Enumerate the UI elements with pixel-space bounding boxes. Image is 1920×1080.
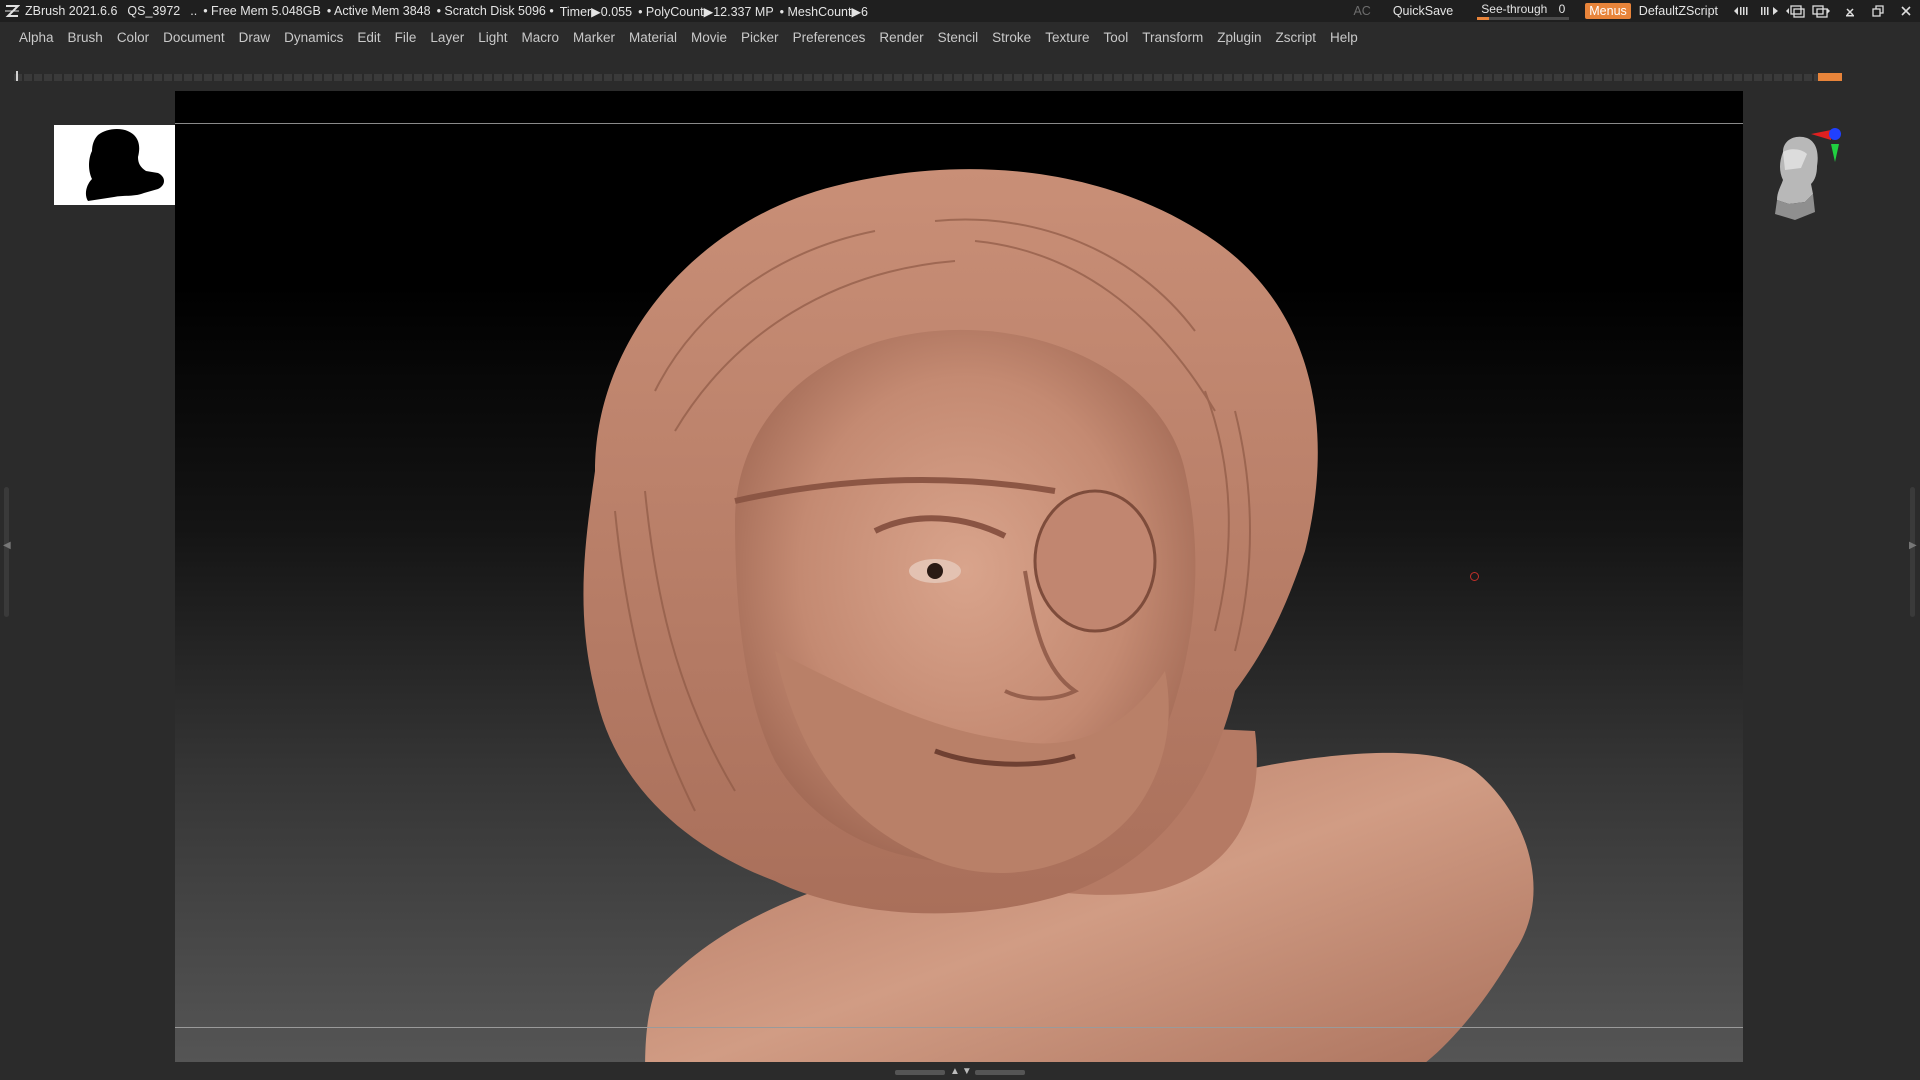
see-through-track[interactable] — [1477, 17, 1570, 20]
menu-texture[interactable]: Texture — [1038, 30, 1096, 45]
bottom-tray-arrows-icon[interactable]: ▲▼ — [950, 1066, 974, 1077]
silhouette-thumbnail[interactable] — [54, 125, 182, 205]
menu-render[interactable]: Render — [872, 30, 930, 45]
layout-swap-icon[interactable] — [1784, 3, 1806, 19]
bottom-tray-handle-left[interactable] — [895, 1070, 945, 1075]
menu-zscript[interactable]: Zscript — [1269, 30, 1324, 45]
menu-movie[interactable]: Movie — [684, 30, 734, 45]
close-window-icon[interactable] — [1892, 2, 1920, 20]
project-name: QS_3972 — [127, 4, 181, 18]
menu-alpha[interactable]: Alpha — [12, 30, 61, 45]
see-through-label: See-through — [1481, 2, 1548, 16]
menu-document[interactable]: Document — [156, 30, 232, 45]
menu-preferences[interactable]: Preferences — [786, 30, 873, 45]
timer-stat: Timer▶0.055 — [559, 4, 633, 19]
sculpt-model-bust[interactable] — [175, 91, 1743, 1062]
bottom-tray-handle-right[interactable] — [975, 1070, 1025, 1075]
menus-button[interactable]: Menus — [1585, 3, 1631, 19]
menu-draw[interactable]: Draw — [232, 30, 278, 45]
polycount-stat: • PolyCount▶12.337 MP — [638, 4, 774, 19]
app-version: ZBrush 2021.6.6 — [25, 4, 118, 18]
meshcount-stat: • MeshCount▶6 — [779, 4, 869, 19]
menu-transform[interactable]: Transform — [1135, 30, 1210, 45]
layout-restore-icon[interactable] — [1810, 3, 1832, 19]
active-mem-stat: • Active Mem 3848 — [326, 4, 431, 18]
expand-ui-icon[interactable] — [1758, 3, 1780, 19]
shelf-marker-left — [16, 71, 18, 81]
scratch-disk-stat: • Scratch Disk 5096 • — [436, 4, 554, 18]
title-bar: ZBrush 2021.6.6 QS_3972 .. • Free Mem 5.… — [0, 0, 1920, 22]
menu-zplugin[interactable]: Zplugin — [1210, 30, 1268, 45]
menu-picker[interactable]: Picker — [734, 30, 786, 45]
menu-stencil[interactable]: Stencil — [931, 30, 986, 45]
shrink-ui-icon[interactable] — [1732, 3, 1754, 19]
free-mem-stat: • Free Mem 5.048GB — [203, 4, 321, 18]
minimize-icon[interactable] — [1836, 2, 1864, 20]
left-tray-handle[interactable] — [4, 487, 9, 617]
cursor-marker — [1470, 572, 1479, 581]
menu-marker[interactable]: Marker — [566, 30, 622, 45]
menu-brush[interactable]: Brush — [61, 30, 110, 45]
quicksave-button[interactable]: QuickSave — [1393, 4, 1453, 18]
menu-help[interactable]: Help — [1323, 30, 1365, 45]
ac-label[interactable]: AC — [1353, 4, 1370, 18]
default-zscript-button[interactable]: DefaultZScript — [1639, 4, 1718, 18]
top-shelf[interactable] — [14, 74, 1842, 81]
zbrush-logo-icon[interactable] — [3, 2, 21, 20]
see-through-value: 0 — [1558, 2, 1566, 16]
see-through-slider[interactable]: See-through 0 — [1477, 1, 1570, 21]
navigation-head-icon[interactable] — [1755, 122, 1845, 252]
see-through-knob[interactable] — [1477, 17, 1490, 20]
right-tray-handle[interactable] — [1910, 487, 1915, 617]
left-tray-arrow-icon[interactable]: ◀ — [3, 540, 11, 551]
menu-dynamics[interactable]: Dynamics — [277, 30, 350, 45]
restore-window-icon[interactable] — [1864, 2, 1892, 20]
menu-light[interactable]: Light — [471, 30, 514, 45]
menu-material[interactable]: Material — [622, 30, 684, 45]
menu-file[interactable]: File — [388, 30, 424, 45]
menu-edit[interactable]: Edit — [350, 30, 387, 45]
document-canvas[interactable] — [175, 91, 1743, 1062]
shelf-marker-right[interactable] — [1818, 73, 1842, 81]
menu-tool[interactable]: Tool — [1096, 30, 1135, 45]
title-dots: .. — [190, 4, 198, 18]
menu-layer[interactable]: Layer — [423, 30, 471, 45]
main-menu-bar: Alpha Brush Color Document Draw Dynamics… — [0, 22, 1920, 52]
menu-macro[interactable]: Macro — [514, 30, 566, 45]
menu-color[interactable]: Color — [110, 30, 156, 45]
canvas-bottom-guide — [175, 1027, 1743, 1028]
right-tray-arrow-icon[interactable]: ▶ — [1909, 540, 1917, 551]
silhouette-icon — [85, 129, 164, 201]
menu-stroke[interactable]: Stroke — [985, 30, 1038, 45]
